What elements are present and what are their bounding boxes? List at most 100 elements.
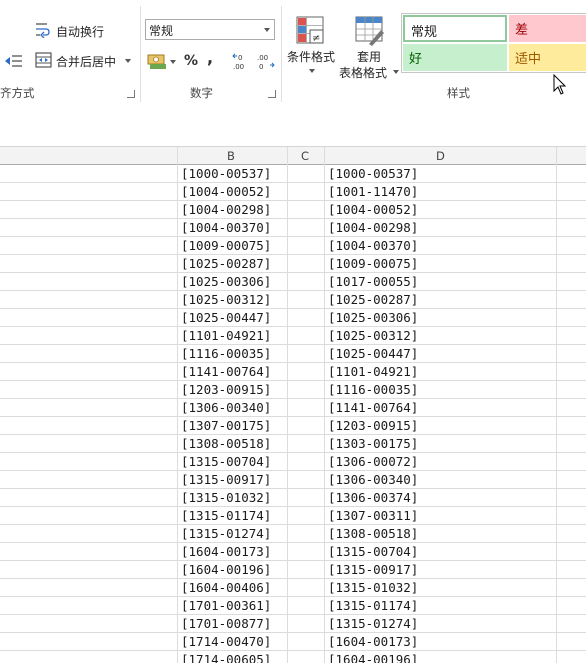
cell-b[interactable]: [1203-00915] <box>181 381 271 399</box>
chevron-down-icon[interactable] <box>125 59 131 63</box>
table-row: [1025-00312] [1025-00287] <box>0 291 586 309</box>
conditional-format-button[interactable]: ≠ 条件格式 <box>285 14 337 78</box>
chevron-down-icon[interactable] <box>170 60 176 64</box>
column-header-b[interactable]: B <box>177 147 287 165</box>
number-format-dropdown[interactable]: 常规 <box>145 19 275 40</box>
cell-d[interactable]: [1025-00287] <box>328 291 418 309</box>
cell-b[interactable]: [1004-00052] <box>181 183 271 201</box>
cell-b[interactable]: [1604-00196] <box>181 561 271 579</box>
comma-button[interactable]: , <box>207 48 213 67</box>
cell-d[interactable]: [1307-00311] <box>328 507 418 525</box>
cell-b[interactable]: [1000-00537] <box>181 165 271 183</box>
column-header-e[interactable] <box>556 147 586 165</box>
wrap-text-button[interactable]: 自动换行 <box>35 20 135 42</box>
chevron-down-icon <box>393 70 399 74</box>
cell-d[interactable]: [1306-00340] <box>328 471 418 489</box>
cell-d[interactable]: [1203-00915] <box>328 417 418 435</box>
cell-d[interactable]: [1025-00306] <box>328 309 418 327</box>
cell-d[interactable]: [1009-00075] <box>328 255 418 273</box>
cell-b[interactable]: [1604-00406] <box>181 579 271 597</box>
styles-group-label: 样式 <box>447 86 470 100</box>
cell-d[interactable]: [1116-00035] <box>328 381 418 399</box>
cell-b[interactable]: [1025-00312] <box>181 291 271 309</box>
cell-b[interactable]: [1141-00764] <box>181 363 271 381</box>
cell-b[interactable]: [1025-00447] <box>181 309 271 327</box>
increase-decimal-icon[interactable]: 0 .00 <box>232 52 252 70</box>
cell-d[interactable]: [1315-00704] <box>328 543 418 561</box>
table-row: [1315-01032] [1306-00374] <box>0 489 586 507</box>
indent-icon[interactable] <box>4 53 22 69</box>
conditional-format-icon: ≠ <box>296 16 324 44</box>
cell-d[interactable]: [1025-00447] <box>328 345 418 363</box>
cell-b[interactable]: [1315-00704] <box>181 453 271 471</box>
table-row: [1604-00196] [1315-00917] <box>0 561 586 579</box>
cell-b[interactable]: [1116-00035] <box>181 345 271 363</box>
cell-d[interactable]: [1004-00298] <box>328 219 418 237</box>
spreadsheet-grid[interactable]: [1000-00537] [1000-00537] [1004-00052] [100… <box>0 165 586 663</box>
column-header-c[interactable]: C <box>287 147 324 165</box>
cell-d[interactable]: [1315-00917] <box>328 561 418 579</box>
cell-b[interactable]: [1315-00917] <box>181 471 271 489</box>
cell-d[interactable]: [1604-00196] <box>328 651 418 663</box>
column-header-d-label: D <box>436 149 445 163</box>
style-good[interactable]: 好 <box>403 44 507 71</box>
cell-b[interactable]: [1714-00470] <box>181 633 271 651</box>
cell-d[interactable]: [1141-00764] <box>328 399 418 417</box>
dialog-launcher-icon[interactable] <box>127 90 135 98</box>
number-group-label: 数字 <box>190 86 213 100</box>
merge-center-button[interactable]: 合并后居中 <box>35 50 135 72</box>
cell-d[interactable]: [1004-00370] <box>328 237 418 255</box>
cell-b[interactable]: [1025-00287] <box>181 255 271 273</box>
cell-d[interactable]: [1101-04921] <box>328 363 418 381</box>
group-divider <box>281 6 282 102</box>
format-as-table-button[interactable]: 套用 表格格式 <box>339 14 399 80</box>
cell-b[interactable]: [1315-01032] <box>181 489 271 507</box>
merge-center-icon <box>35 52 52 68</box>
cell-d[interactable]: [1025-00312] <box>328 327 418 345</box>
style-bad[interactable]: 差 <box>509 15 586 42</box>
table-row: [1203-00915] [1116-00035] <box>0 381 586 399</box>
cell-d[interactable]: [1000-00537] <box>328 165 418 183</box>
format-table-label-2: 表格格式 <box>339 66 388 80</box>
cell-b[interactable]: [1025-00306] <box>181 273 271 291</box>
table-row: [1714-00605] [1604-00196] <box>0 651 586 663</box>
table-row: [1315-01274] [1308-00518] <box>0 525 586 543</box>
table-row: [1714-00470] [1604-00173] <box>0 633 586 651</box>
style-normal[interactable]: 常规 <box>403 15 507 42</box>
cell-b[interactable]: [1604-00173] <box>181 543 271 561</box>
table-row: [1116-00035] [1025-00447] <box>0 345 586 363</box>
decrease-decimal-icon[interactable]: .00 0 <box>256 52 276 70</box>
cell-b[interactable]: [1315-01174] <box>181 507 271 525</box>
currency-icon[interactable] <box>147 52 167 70</box>
cell-d[interactable]: [1017-00055] <box>328 273 418 291</box>
cell-d[interactable]: [1001-11470] <box>328 183 418 201</box>
style-neutral[interactable]: 适中 <box>509 44 586 71</box>
cell-b[interactable]: [1004-00370] <box>181 219 271 237</box>
column-header-b-label: B <box>227 149 235 163</box>
cell-b[interactable]: [1101-04921] <box>181 327 271 345</box>
svg-text:.00: .00 <box>233 63 244 70</box>
cell-b[interactable]: [1306-00340] <box>181 399 271 417</box>
cell-b[interactable]: [1315-01274] <box>181 525 271 543</box>
cell-d[interactable]: [1604-00173] <box>328 633 418 651</box>
table-row: [1000-00537] [1000-00537] <box>0 165 586 183</box>
cell-b[interactable]: [1004-00298] <box>181 201 271 219</box>
cell-d[interactable]: [1315-01032] <box>328 579 418 597</box>
percent-button[interactable]: % <box>184 53 198 69</box>
cell-d[interactable]: [1303-00175] <box>328 435 418 453</box>
cell-d[interactable]: [1315-01174] <box>328 597 418 615</box>
dialog-launcher-icon[interactable] <box>268 90 276 98</box>
cell-b[interactable]: [1701-00877] <box>181 615 271 633</box>
cell-d[interactable]: [1004-00052] <box>328 201 418 219</box>
cell-d[interactable]: [1306-00374] <box>328 489 418 507</box>
cell-b[interactable]: [1701-00361] <box>181 597 271 615</box>
cell-d[interactable]: [1306-00072] <box>328 453 418 471</box>
cell-d[interactable]: [1308-00518] <box>328 525 418 543</box>
cell-d[interactable]: [1315-01274] <box>328 615 418 633</box>
cell-b[interactable]: [1308-00518] <box>181 435 271 453</box>
cell-b[interactable]: [1009-00075] <box>181 237 271 255</box>
column-header-d[interactable]: D <box>324 147 556 165</box>
cell-b[interactable]: [1714-00605] <box>181 651 271 663</box>
table-row: [1308-00518] [1303-00175] <box>0 435 586 453</box>
cell-b[interactable]: [1307-00175] <box>181 417 271 435</box>
